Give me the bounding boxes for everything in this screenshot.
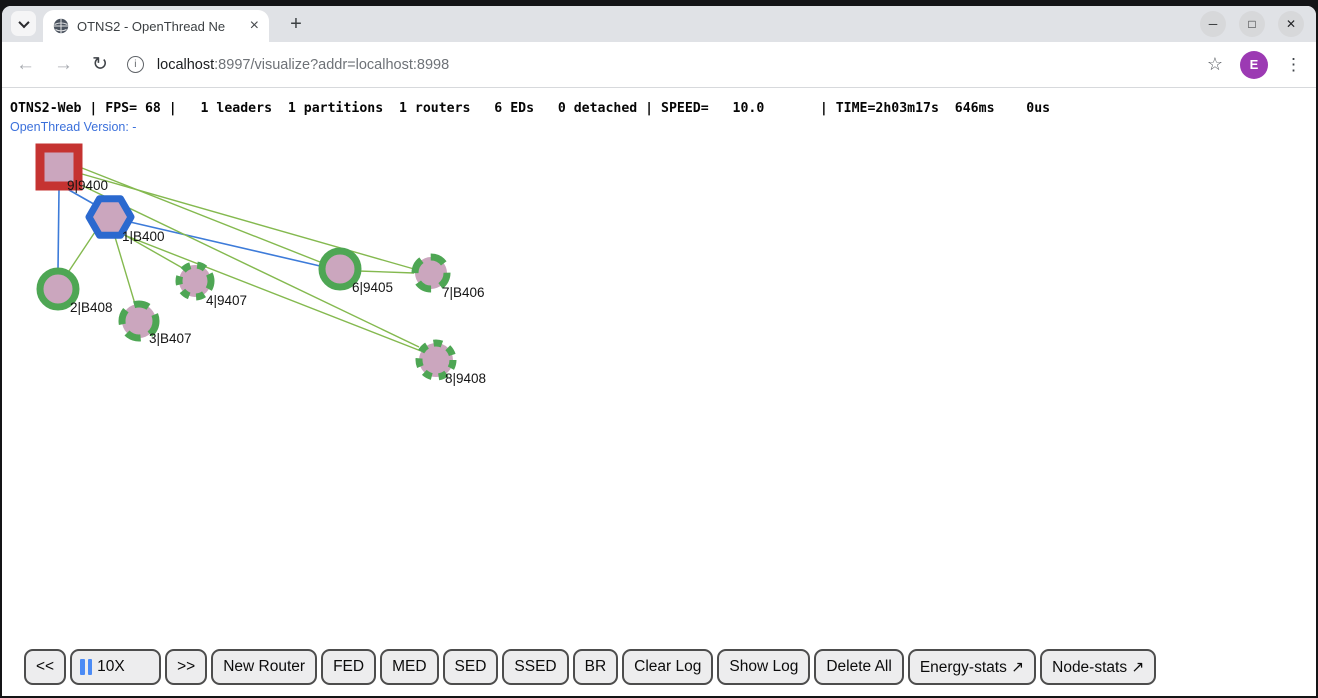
new-tab-button[interactable]: + <box>283 11 309 37</box>
pause-speed-button[interactable]: 10X <box>70 649 161 685</box>
new-router-button[interactable]: New Router <box>211 649 317 685</box>
delete-all-button[interactable]: Delete All <box>814 649 903 685</box>
simulation-status-line: OTNS2-Web | FPS= 68 | 1 leaders 1 partit… <box>10 101 1050 116</box>
page-content: OTNS2-Web | FPS= 68 | 1 leaders 1 partit… <box>2 89 1316 696</box>
maximize-button[interactable]: □ <box>1239 11 1265 37</box>
maximize-icon: □ <box>1248 17 1255 31</box>
add-fed-button[interactable]: FED <box>321 649 376 685</box>
tab-otns2[interactable]: OTNS2 - OpenThread Ne × <box>43 10 269 42</box>
site-info-icon[interactable]: i <box>127 56 144 73</box>
url-path: :8997/visualize?addr=localhost:8998 <box>214 57 449 73</box>
speed-up-button[interactable]: >> <box>165 649 207 685</box>
node-stats-button[interactable]: Node-stats ↗ <box>1040 649 1156 685</box>
button-label: Energy-stats ↗ <box>920 658 1024 677</box>
button-label: FED <box>333 658 364 676</box>
button-label: Node-stats ↗ <box>1052 658 1144 677</box>
close-button[interactable]: ✕ <box>1278 11 1304 37</box>
browser-frame: OTNS2 - OpenThread Ne × + ─ □ ✕ ← → ↻ i … <box>2 6 1316 696</box>
button-label: << <box>36 658 54 676</box>
button-label: SSED <box>514 658 556 676</box>
clear-log-button[interactable]: Clear Log <box>622 649 713 685</box>
button-label: Show Log <box>729 658 798 676</box>
browser-window: { "browser": { "tab_title": "OTNS2 - Ope… <box>0 0 1318 698</box>
reload-icon[interactable]: ↻ <box>92 55 108 74</box>
chevron-down-icon <box>18 16 29 27</box>
add-sed-button[interactable]: SED <box>443 649 499 685</box>
bookmark-star-icon[interactable]: ☆ <box>1207 54 1223 75</box>
add-br-button[interactable]: BR <box>573 649 619 685</box>
forward-icon[interactable]: → <box>54 55 73 74</box>
button-label: BR <box>585 658 607 676</box>
tab-close-icon[interactable]: × <box>250 18 259 34</box>
minimize-icon: ─ <box>1209 17 1218 31</box>
simulation-toolbar: << 10X >> New Router FED MED SED SSED BR Clear Lo… <box>24 649 1156 685</box>
energy-stats-button[interactable]: Energy-stats ↗ <box>908 649 1036 685</box>
button-label: MED <box>392 658 426 676</box>
back-icon[interactable]: ← <box>16 55 35 74</box>
profile-avatar[interactable]: E <box>1240 51 1268 79</box>
url-host: localhost <box>157 57 214 73</box>
add-ssed-button[interactable]: SSED <box>502 649 568 685</box>
tab-strip: OTNS2 - OpenThread Ne × + ─ □ ✕ <box>2 6 1316 42</box>
tab-search-button[interactable] <box>11 11 36 36</box>
url-field[interactable]: localhost:8997/visualize?addr=localhost:… <box>157 57 449 73</box>
pause-icon <box>80 659 92 675</box>
minimize-button[interactable]: ─ <box>1200 11 1226 37</box>
show-log-button[interactable]: Show Log <box>717 649 810 685</box>
openthread-version-link[interactable]: OpenThread Version: - <box>10 120 136 134</box>
button-label: 10X <box>97 658 125 676</box>
address-bar: ← → ↻ i localhost:8997/visualize?addr=lo… <box>2 42 1316 88</box>
button-label: New Router <box>223 658 305 676</box>
button-label: Clear Log <box>634 658 701 676</box>
browser-menu-icon[interactable]: ⋮ <box>1285 55 1302 75</box>
tab-title: OTNS2 - OpenThread Ne <box>77 19 229 34</box>
close-icon: ✕ <box>1286 17 1296 31</box>
window-controls: ─ □ ✕ <box>1200 11 1304 37</box>
add-med-button[interactable]: MED <box>380 649 438 685</box>
globe-favicon-icon <box>53 18 69 34</box>
button-label: SED <box>455 658 487 676</box>
speed-down-button[interactable]: << <box>24 649 66 685</box>
button-label: >> <box>177 658 195 676</box>
button-label: Delete All <box>826 658 891 676</box>
